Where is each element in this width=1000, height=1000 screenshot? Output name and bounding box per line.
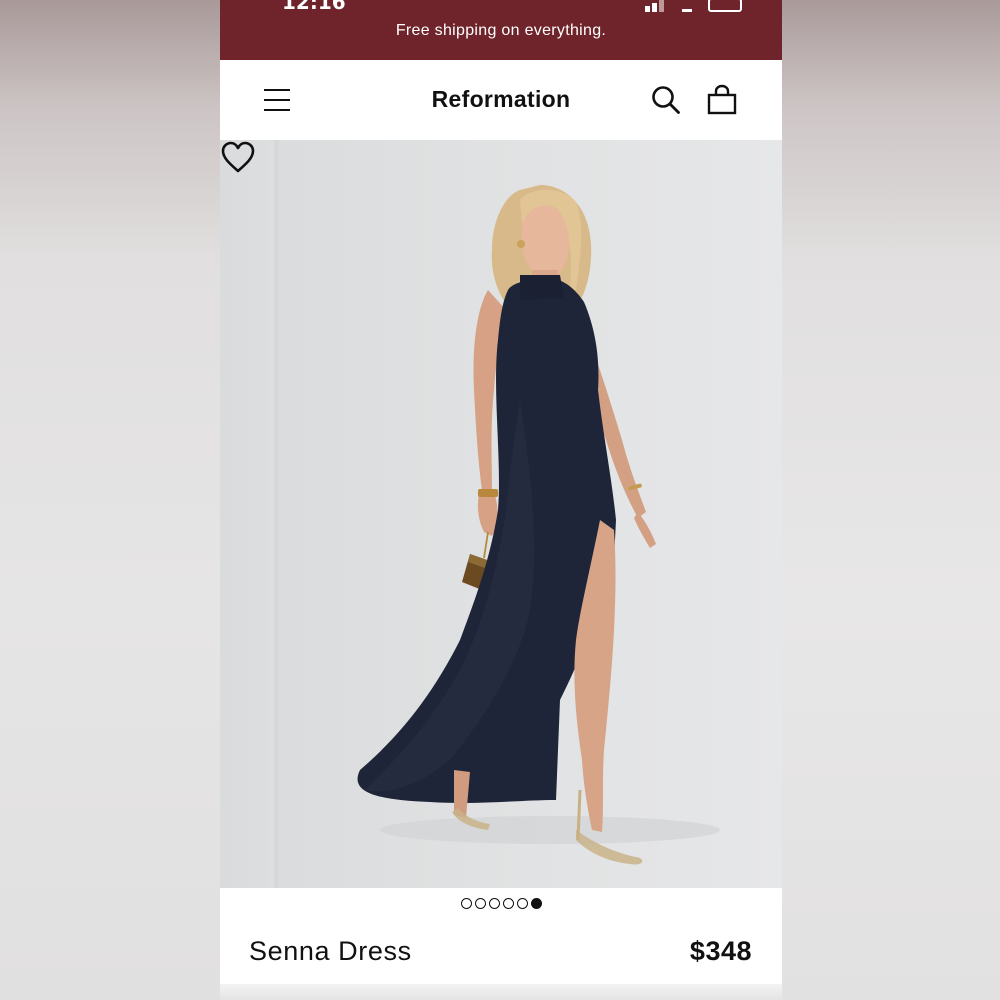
shopping-bag-icon[interactable] [706,84,738,116]
heart-icon[interactable] [220,140,256,174]
carousel-dot[interactable] [488,898,500,909]
carousel-dot[interactable] [460,898,472,909]
backdrop-right [782,0,1000,1000]
status-time: 12:16 [282,0,346,14]
carousel-dot[interactable] [516,898,528,909]
product-image[interactable] [220,140,782,888]
bottom-edge [220,984,782,1000]
signal-bar-icon [659,0,664,12]
top-navigation: Reformation [220,60,782,140]
search-icon[interactable] [650,84,682,116]
backdrop-left [0,0,220,1000]
product-price: $348 [689,936,752,966]
carousel-dot[interactable] [474,898,486,909]
phone-screen: 12:16 Free shipping on everything. Refor… [220,0,782,1000]
signal-bar-icon [652,3,657,12]
battery-icon [708,0,742,12]
carousel-indicators [220,898,782,914]
status-icons [645,0,742,12]
signal-bar-icon [645,6,650,12]
free-shipping-text: Free shipping on everything. [395,22,607,39]
model-illustration [357,185,720,865]
hamburger-menu-icon[interactable] [264,88,290,112]
wifi-icon [682,3,692,12]
carousel-dot[interactable] [502,898,514,909]
promo-banner: 12:16 Free shipping on everything. [220,0,782,60]
carousel-dot-active[interactable] [530,898,542,909]
brand-logo: Reformation [431,86,571,112]
product-name: Senna Dress [249,936,412,966]
